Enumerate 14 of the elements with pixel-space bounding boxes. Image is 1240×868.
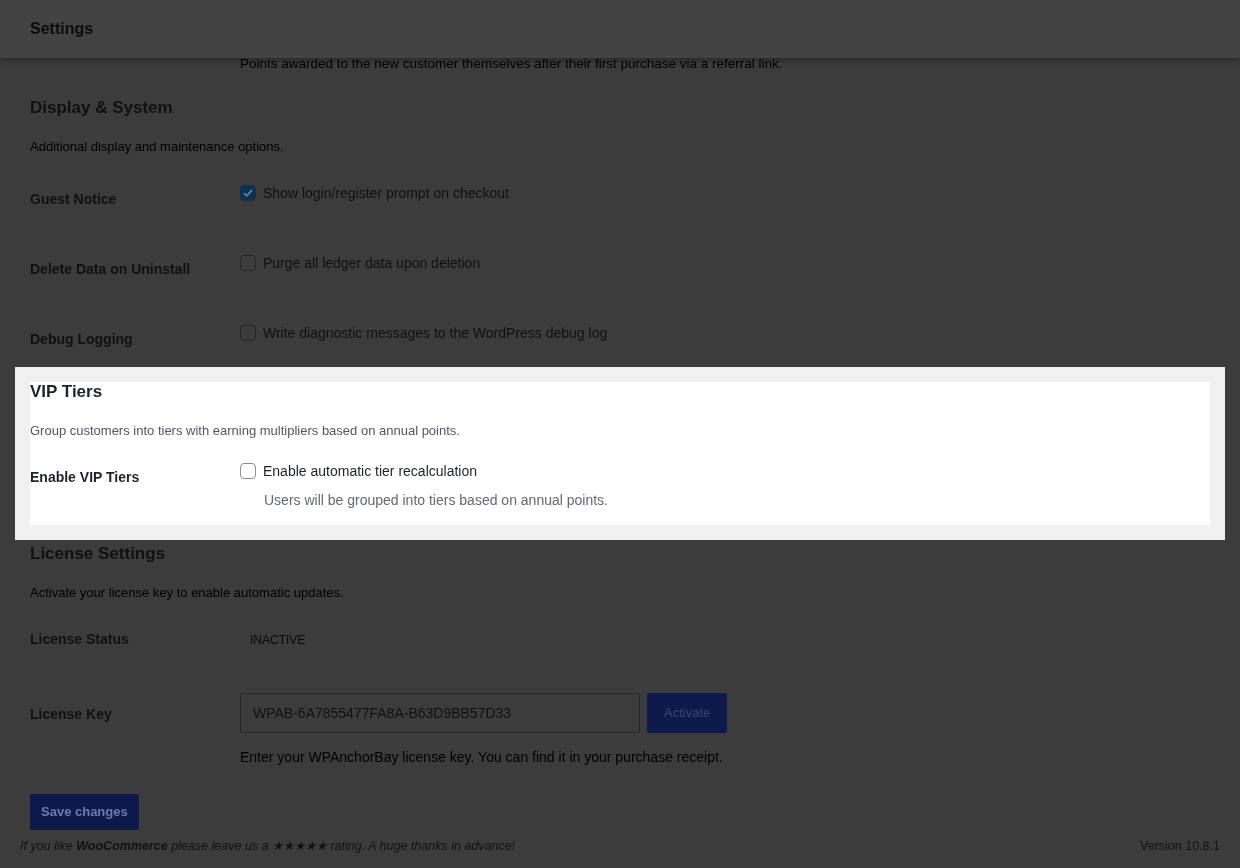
section-description: Additional display and maintenance options.	[30, 138, 285, 157]
checkbox-label[interactable]: Enable automatic tier recalculation	[263, 460, 477, 482]
field-label: Enable VIP Tiers	[30, 467, 141, 487]
section-title: VIP Tiers	[30, 381, 104, 403]
field-description: Points awarded to the new customer themselves after their first purchase via a referral link.	[240, 56, 783, 71]
section-description: Group customers into tiers with earning multipliers based on annual points.	[30, 422, 461, 441]
check-icon	[242, 187, 254, 200]
section-description: Activate your license key to enable automatic updates.	[30, 584, 345, 603]
page-title: Settings	[30, 19, 94, 39]
save-button[interactable]: Save changes	[30, 793, 139, 830]
field-description: Users will be grouped into tiers based on annual points.	[264, 490, 608, 510]
checkbox[interactable]	[240, 463, 256, 480]
field-description: Enter your WPAnchorBay license key. You can find it in your purchase receipt.	[240, 747, 724, 767]
checkbox[interactable]	[240, 185, 256, 202]
